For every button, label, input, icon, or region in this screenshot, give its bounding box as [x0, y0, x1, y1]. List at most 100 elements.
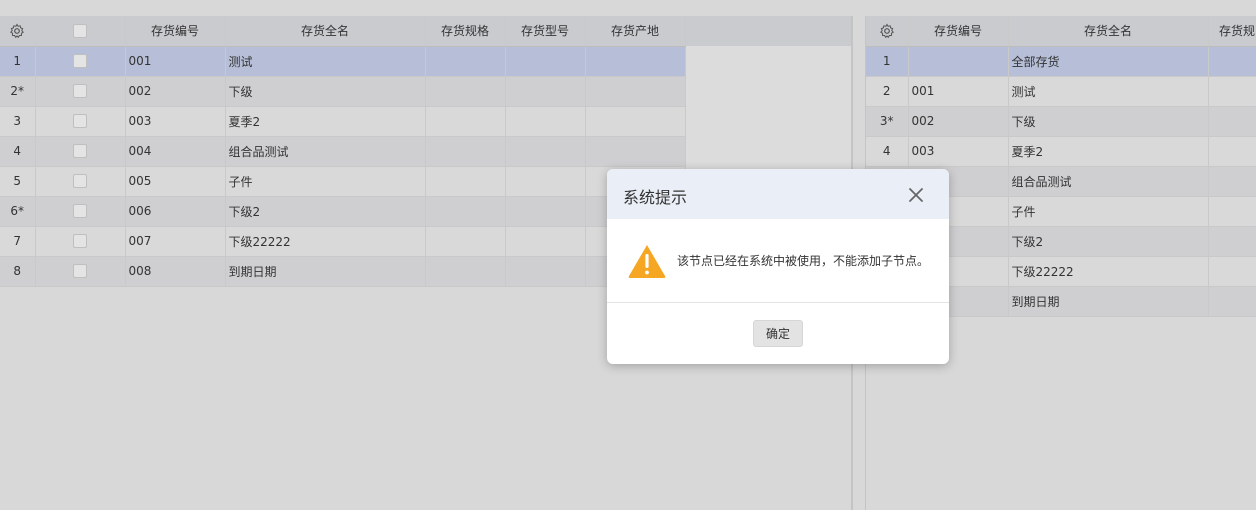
- cell-spec: [425, 196, 506, 227]
- cell-model: [505, 166, 586, 197]
- col-header-code[interactable]: 存货编号: [125, 16, 226, 47]
- dialog-footer: 确定: [607, 303, 949, 363]
- cell-spec: [425, 256, 506, 287]
- cell-spec: [1208, 106, 1256, 137]
- cell-model: [505, 226, 586, 257]
- cell-name: 组合品测试: [1008, 166, 1209, 197]
- right-grid-header: 存货编号 存货全名 存货规: [866, 16, 1256, 47]
- row-index: 2: [866, 76, 909, 107]
- checkbox-box: [73, 84, 87, 99]
- cell-code: 004: [125, 136, 226, 167]
- cell-name: 下级2: [225, 196, 426, 227]
- table-row[interactable]: 1 001 测试: [0, 46, 686, 77]
- column-settings-button[interactable]: [0, 16, 36, 47]
- table-row[interactable]: 6* 006 下级2: [0, 196, 686, 227]
- cell-code: 002: [125, 76, 226, 107]
- col-header-spec[interactable]: 存货规格: [425, 16, 506, 47]
- checkbox-box: [73, 144, 87, 159]
- row-index: 2*: [0, 76, 36, 107]
- row-index: 7: [0, 226, 36, 257]
- cell-spec: [425, 76, 506, 107]
- table-row[interactable]: 3* 002 下级: [866, 106, 1256, 137]
- column-settings-button[interactable]: [866, 16, 909, 47]
- cell-code: 007: [125, 226, 226, 257]
- cell-code: 005: [125, 166, 226, 197]
- dialog-title: 系统提示: [623, 188, 688, 207]
- col-header-name[interactable]: 存货全名: [225, 16, 426, 47]
- cell-name: 下级: [225, 76, 426, 107]
- col-header-model[interactable]: 存货型号: [505, 16, 586, 47]
- cell-model: [505, 256, 586, 287]
- cell-name: 全部存货: [1008, 46, 1209, 77]
- table-row[interactable]: 8 008 到期日期: [0, 256, 686, 287]
- cell-code: 006: [125, 196, 226, 227]
- col-header-spec[interactable]: 存货规: [1208, 16, 1256, 47]
- table-row[interactable]: 4 003 夏季2: [866, 136, 1256, 167]
- warning-icon: [628, 245, 666, 278]
- row-checkbox[interactable]: [35, 226, 126, 257]
- table-row[interactable]: 5 005 子件: [0, 166, 686, 197]
- dialog-message: 该节点已经在系统中被使用，不能添加子节点。: [677, 254, 930, 268]
- row-checkbox[interactable]: [35, 166, 126, 197]
- cell-spec: [1208, 136, 1256, 167]
- cell-spec: [425, 46, 506, 77]
- cell-model: [505, 46, 586, 77]
- row-checkbox[interactable]: [35, 76, 126, 107]
- cell-code: 008: [125, 256, 226, 287]
- table-row[interactable]: 1 全部存货: [866, 46, 1256, 77]
- table-row[interactable]: 2 001 测试: [866, 76, 1256, 107]
- row-checkbox[interactable]: [35, 106, 126, 137]
- cell-name: 下级: [1008, 106, 1209, 137]
- cell-name: 到期日期: [1008, 286, 1209, 317]
- checkbox-box: [73, 174, 87, 189]
- cell-origin: [585, 136, 686, 167]
- checkbox-box: [73, 114, 87, 129]
- ok-button[interactable]: 确定: [753, 320, 803, 347]
- table-row[interactable]: 2* 002 下级: [0, 76, 686, 107]
- cell-name: 下级22222: [225, 226, 426, 257]
- close-icon[interactable]: [907, 186, 925, 204]
- row-checkbox[interactable]: [35, 46, 126, 77]
- cell-name: 夏季2: [225, 106, 426, 137]
- checkbox-box: [73, 24, 87, 38]
- row-index: 6*: [0, 196, 36, 227]
- cell-name: 到期日期: [225, 256, 426, 287]
- cell-name: 组合品测试: [225, 136, 426, 167]
- cell-model: [505, 106, 586, 137]
- cell-code: 003: [908, 136, 1009, 167]
- row-index: 4: [0, 136, 36, 167]
- left-grid-header: 存货编号 存货全名 存货规格 存货型号 存货产地: [0, 16, 686, 47]
- cell-spec: [1208, 46, 1256, 77]
- cell-name: 子件: [225, 166, 426, 197]
- row-checkbox[interactable]: [35, 196, 126, 227]
- left-inventory-grid: 存货编号 存货全名 存货规格 存货型号 存货产地 1 001 测试 2* 002 下级 3 0…: [0, 16, 686, 287]
- cell-model: [505, 76, 586, 107]
- row-index: 1: [0, 46, 36, 77]
- col-header-origin[interactable]: 存货产地: [585, 16, 686, 47]
- cell-name: 下级2: [1008, 226, 1209, 257]
- row-index: 1: [866, 46, 909, 77]
- col-header-name[interactable]: 存货全名: [1008, 16, 1209, 47]
- cell-spec: [1208, 196, 1256, 227]
- table-row[interactable]: 7 007 下级22222: [0, 226, 686, 257]
- cell-name: 子件: [1008, 196, 1209, 227]
- checkbox-box: [73, 54, 87, 69]
- cell-code: 002: [908, 106, 1009, 137]
- gear-icon: [879, 23, 894, 38]
- table-row[interactable]: 3 003 夏季2: [0, 106, 686, 137]
- cell-spec: [425, 136, 506, 167]
- col-header-code[interactable]: 存货编号: [908, 16, 1009, 47]
- checkbox-box: [73, 204, 87, 219]
- table-row[interactable]: 4 004 组合品测试: [0, 136, 686, 167]
- cell-name: 测试: [1008, 76, 1209, 107]
- dialog-body: 该节点已经在系统中被使用，不能添加子节点。: [607, 219, 949, 303]
- select-all-checkbox[interactable]: [35, 16, 126, 47]
- cell-code: 001: [908, 76, 1009, 107]
- row-index: 4: [866, 136, 909, 167]
- dialog-header: 系统提示: [607, 169, 949, 219]
- system-prompt-dialog: 系统提示 该节点已经在系统中被使用，不能添加子节点。 确定: [607, 169, 949, 364]
- row-checkbox[interactable]: [35, 136, 126, 167]
- cell-model: [505, 196, 586, 227]
- cell-origin: [585, 106, 686, 137]
- row-checkbox[interactable]: [35, 256, 126, 287]
